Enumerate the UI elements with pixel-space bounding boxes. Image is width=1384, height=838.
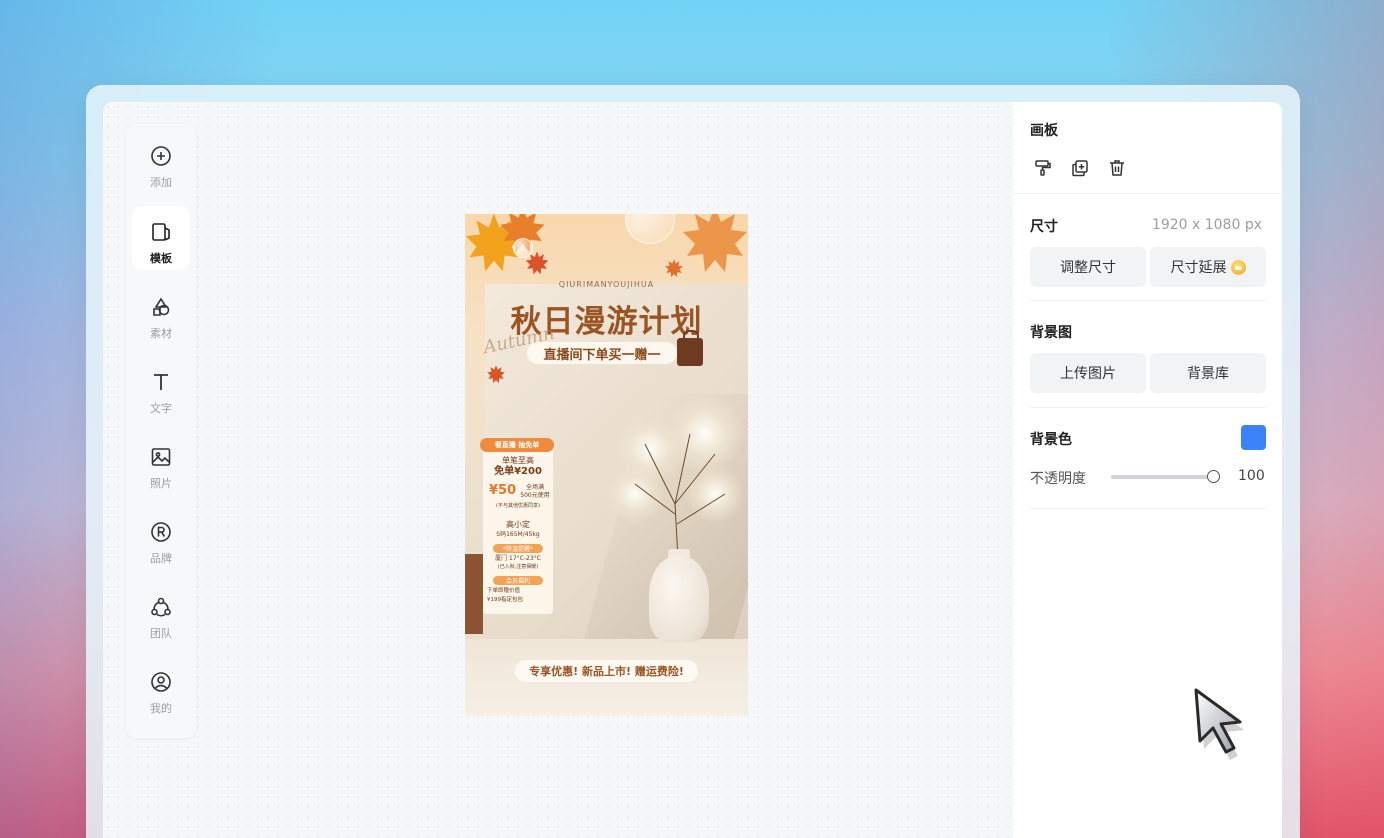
- resize-button-label: 调整尺寸: [1060, 260, 1116, 276]
- image-icon: [151, 448, 171, 466]
- info-line: 高小定: [506, 520, 530, 529]
- divider: [1030, 300, 1266, 301]
- text-icon: [154, 374, 168, 390]
- format-painter-icon[interactable]: [1033, 158, 1053, 178]
- bubble: [625, 214, 675, 244]
- poster-subtitle-en: QIURIMANYOUJIHUA: [558, 280, 655, 289]
- tool-label: 品牌: [150, 552, 172, 565]
- tool-template[interactable]: 模板: [132, 206, 190, 270]
- tool-label: 素材: [150, 327, 172, 340]
- info-line: ¥199指定包包: [487, 597, 523, 603]
- extend-size-button[interactable]: 尺寸延展: [1150, 247, 1266, 287]
- upload-button-label: 上传图片: [1060, 366, 1116, 382]
- trash-icon[interactable]: [1107, 158, 1127, 178]
- tool-material[interactable]: 素材: [132, 281, 190, 345]
- opacity-slider-track[interactable]: [1111, 475, 1213, 479]
- info-tag: 会员福利: [493, 576, 543, 585]
- template-icon: [152, 223, 170, 241]
- crown-icon: [1230, 259, 1246, 275]
- info-line: S码165M/45kg: [496, 531, 540, 538]
- bg-color-swatch[interactable]: [1241, 425, 1266, 450]
- maple-leaf-icon: [683, 214, 747, 272]
- info-line: 单笔至高: [502, 456, 534, 465]
- bubble: [513, 238, 533, 258]
- bg-image-label: 背景图: [1030, 325, 1072, 341]
- tool-label: 照片: [150, 477, 172, 490]
- coupon-value: ¥50: [489, 483, 517, 498]
- info-line: 500元使用: [520, 492, 550, 499]
- tool-team[interactable]: 团队: [132, 581, 190, 645]
- tool-label: 模板: [150, 252, 172, 265]
- opacity-value: 100: [1238, 468, 1265, 484]
- info-tag: *降温提醒*: [493, 544, 543, 553]
- library-button-label: 背景库: [1187, 366, 1229, 382]
- maple-leaf-icon: [665, 259, 683, 278]
- plus-circle-icon: [151, 146, 171, 166]
- poster-info-card: 看直播 抽免单 单笔至高 免单¥200 ¥50 全场满 500元使用 (不与其他…: [480, 438, 554, 614]
- tool-add[interactable]: 添加: [132, 130, 190, 194]
- tool-label: 添加: [150, 176, 172, 189]
- editor-app: 添加 模板 素材 文字 照片 品牌 团队 我的 QIURIMANYOUJIHUA…: [103, 102, 1282, 838]
- info-line: (不与其他优惠同享): [496, 503, 540, 509]
- opacity-slider-handle[interactable]: [1206, 470, 1220, 483]
- divider: [1030, 407, 1266, 408]
- tool-mine[interactable]: 我的: [132, 656, 190, 720]
- maple-leaf-icon: [487, 365, 505, 384]
- info-tag: 看直播 抽免单: [480, 438, 554, 452]
- left-toolbar: 添加 模板 素材 文字 照片 品牌 团队 我的: [126, 124, 196, 738]
- poster-artboard[interactable]: QIURIMANYOUJIHUA 秋日漫游计划 Autumn 直播间下单买一赠一…: [465, 214, 748, 716]
- poster-cabinet: [465, 554, 483, 634]
- poster-bottom-pill: 专享优惠! 新品上市! 赠运费险!: [515, 660, 698, 682]
- divider: [1030, 508, 1266, 509]
- info-line: 全场满: [525, 484, 544, 491]
- info-line: (已入秋,注意保暖): [497, 564, 539, 570]
- opacity-label: 不透明度: [1030, 471, 1086, 487]
- registered-icon: [151, 522, 171, 542]
- canvas-area[interactable]: 添加 模板 素材 文字 照片 品牌 团队 我的 QIURIMANYOUJIHUA…: [103, 102, 1013, 838]
- upload-image-button[interactable]: 上传图片: [1030, 353, 1146, 393]
- duplicate-icon[interactable]: [1070, 158, 1090, 178]
- tool-text[interactable]: 文字: [132, 356, 190, 420]
- tool-label: 团队: [150, 627, 172, 640]
- tool-label: 我的: [150, 702, 172, 715]
- resize-button[interactable]: 调整尺寸: [1030, 247, 1146, 287]
- tool-photo[interactable]: 照片: [132, 431, 190, 495]
- info-line: 免单¥200: [494, 466, 542, 477]
- handbag-image: [677, 330, 703, 366]
- poster-promo-pill: 直播间下单买一赠一: [527, 342, 677, 364]
- size-value: 1920 x 1080 px: [1151, 217, 1262, 233]
- team-icon: [151, 597, 171, 617]
- info-line: 下单即赠价值: [487, 588, 521, 594]
- shapes-icon: [153, 297, 170, 316]
- bg-color-label: 背景色: [1030, 432, 1072, 448]
- extend-button-label: 尺寸延展: [1170, 260, 1227, 276]
- user-circle-icon: [151, 672, 171, 692]
- info-line: 厦门 17°C-23°C: [495, 555, 541, 562]
- artboard-actions: [1033, 158, 1127, 178]
- tool-brand[interactable]: 品牌: [132, 506, 190, 570]
- panel-title: 画板: [1030, 123, 1058, 139]
- bg-library-button[interactable]: 背景库: [1150, 353, 1266, 393]
- vase: [649, 556, 709, 642]
- branch-stems: [634, 433, 726, 560]
- divider: [1013, 193, 1282, 194]
- mouse-cursor-icon: [1194, 688, 1244, 760]
- tool-label: 文字: [150, 402, 172, 415]
- size-label: 尺寸: [1030, 219, 1058, 235]
